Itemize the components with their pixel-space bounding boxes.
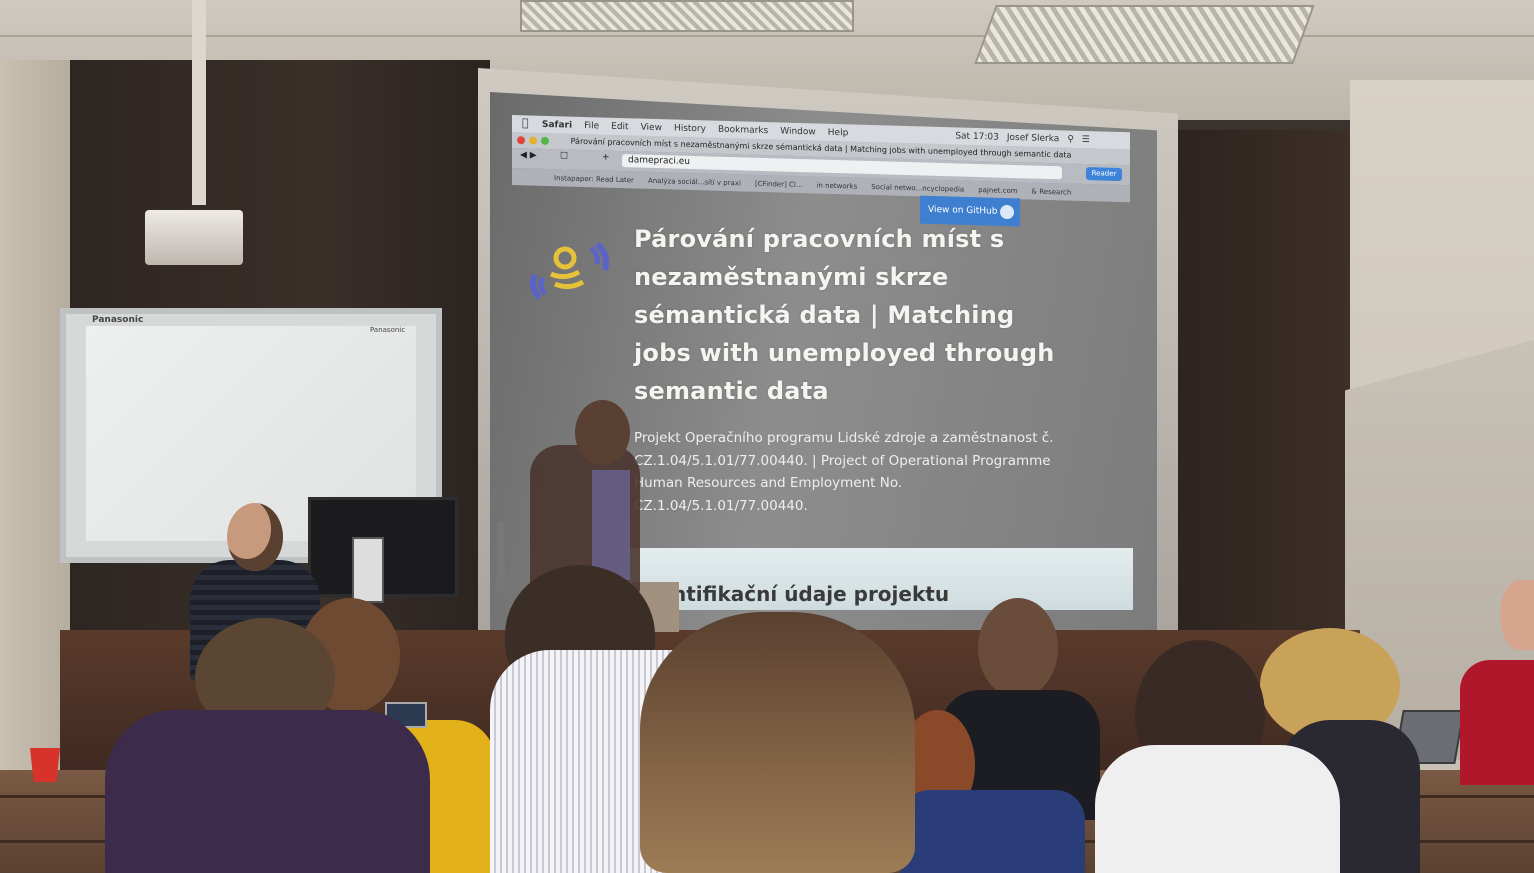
ceiling-light — [974, 5, 1315, 64]
page-title: Párování pracovních míst s nezaměstnaným… — [634, 225, 1055, 405]
share-icon[interactable]: ☐ — [560, 151, 568, 161]
audience-head — [978, 598, 1058, 698]
status-clock: Sat 17:03 — [955, 131, 999, 143]
audience-body-purple-jacket — [105, 710, 430, 873]
audience-long-hair — [640, 612, 915, 873]
ceiling-projector — [145, 210, 243, 265]
whiteboard-brand: Panasonic — [92, 315, 144, 325]
audience-body-red — [1460, 660, 1534, 785]
microphone-stand — [497, 522, 505, 592]
audience-body-white — [1095, 745, 1340, 873]
project-logo-icon — [529, 241, 609, 300]
github-button-label: View on GitHub — [928, 204, 998, 217]
presenter-head — [575, 400, 630, 465]
menu-edit[interactable]: Edit — [611, 122, 628, 132]
ceiling-seam — [0, 35, 1534, 37]
menu-help[interactable]: Help — [828, 128, 849, 139]
add-tab-icon[interactable]: + — [602, 153, 610, 163]
whiteboard-brand-right: Panasonic — [370, 326, 406, 334]
section-heading: ntifikační údaje projektu — [672, 582, 950, 606]
zoom-icon[interactable] — [541, 136, 549, 146]
presenter-shirt — [592, 470, 630, 580]
apple-icon[interactable]:  — [522, 116, 529, 129]
menu-history[interactable]: History — [674, 124, 706, 135]
bookmark-item[interactable]: Instapaper: Read Later — [554, 174, 634, 184]
menu-safari[interactable]: Safari — [542, 120, 572, 131]
github-octocat-icon — [1000, 204, 1014, 220]
back-forward-icon[interactable]: ◀ ▶ — [520, 150, 537, 160]
bookmark-item[interactable]: pajnet.com — [978, 186, 1017, 195]
status-user[interactable]: Josef Slerka — [1007, 133, 1059, 144]
page-description: Projekt Operačního programu Lidské zdroj… — [634, 430, 1054, 514]
menu-file[interactable]: File — [584, 121, 599, 131]
bookmark-item[interactable]: in networks — [817, 181, 858, 190]
list-icon[interactable]: ☰ — [1082, 135, 1090, 145]
menu-view[interactable]: View — [641, 123, 662, 134]
window-controls — [517, 136, 549, 146]
bookmark-item[interactable]: & Research — [1032, 187, 1072, 196]
close-icon[interactable] — [517, 136, 525, 145]
spotlight-icon[interactable]: ⚲ — [1067, 135, 1074, 145]
seated-assistant-head — [227, 503, 283, 571]
red-paper-cup — [30, 748, 60, 782]
bookmark-item[interactable]: Social netwo...ncyclopedia — [871, 183, 964, 194]
minimize-icon[interactable] — [529, 136, 537, 145]
bookmark-item[interactable]: Analýza sociál...sítí v praxi — [648, 176, 741, 187]
audience-body-blue — [900, 790, 1085, 873]
reader-button[interactable]: Reader — [1086, 167, 1122, 182]
bookmark-item[interactable]: [CFinder] Cl... — [755, 179, 803, 188]
ceiling-light — [520, 0, 854, 32]
projector-mount — [192, 0, 206, 205]
menu-window[interactable]: Window — [780, 126, 816, 137]
menu-bookmarks[interactable]: Bookmarks — [718, 125, 768, 136]
audience-head — [1500, 580, 1534, 650]
desk-speaker — [352, 537, 384, 603]
